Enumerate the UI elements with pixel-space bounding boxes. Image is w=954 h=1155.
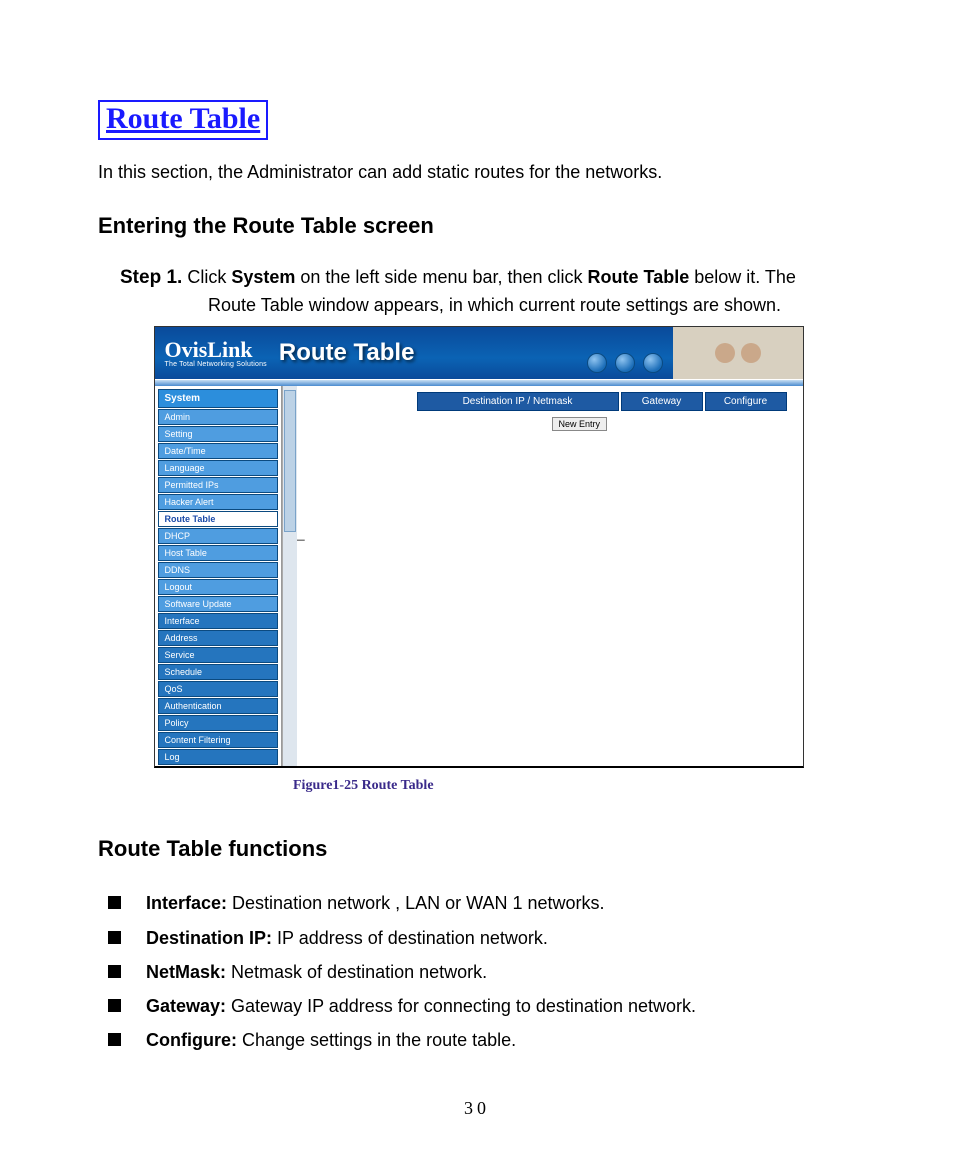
sidebar-item-hacker-alert[interactable]: Hacker Alert [158,494,278,510]
screenshot-content: Destination IP / Netmask Gateway Configu… [297,386,803,766]
sidebar-item-datetime[interactable]: Date/Time [158,443,278,459]
sidebar-item-software-update[interactable]: Software Update [158,596,278,612]
sidebar-head-system[interactable]: System [158,389,278,408]
functions-list: Interface: Destination network , LAN or … [108,886,859,1057]
step-line2: Route Table window appears, in which cur… [208,292,859,320]
th-configure: Configure [705,392,787,411]
sidebar-section-address[interactable]: Address [158,630,278,646]
sidebar-section-schedule[interactable]: Schedule [158,664,278,680]
step-1: Step 1. Click System on the left side me… [120,263,859,320]
globe-icons [587,353,663,373]
page-number: 30 [0,1098,954,1119]
section-entering: Entering the Route Table screen [98,213,859,239]
globe-icon [643,353,663,373]
sidebar-item-logout[interactable]: Logout [158,579,278,595]
sidebar-item-setting[interactable]: Setting [158,426,278,442]
step-label: Step 1. [120,267,182,288]
globe-icon [615,353,635,373]
scrollbar-thumb[interactable] [284,390,296,532]
sidebar-section-qos[interactable]: QoS [158,681,278,697]
sidebar-item-permitted-ips[interactable]: Permitted IPs [158,477,278,493]
table-header: Destination IP / Netmask Gateway Configu… [417,392,793,411]
page-title-box: Route Table [98,100,268,140]
screenshot-header: OvisLink The Total Networking Solutions … [155,327,803,379]
section-functions: Route Table functions [98,836,859,862]
brand-name: OvisLink [165,339,267,361]
sidebar-item-host-table[interactable]: Host Table [158,545,278,561]
brand-tagline: The Total Networking Solutions [165,361,267,368]
sidebar-scrollbar[interactable] [282,386,297,766]
sidebar-section-interface[interactable]: Interface [158,613,278,629]
sidebar-section-content-filtering[interactable]: Content Filtering [158,732,278,748]
brand: OvisLink The Total Networking Solutions [155,327,275,379]
sidebar-section-service[interactable]: Service [158,647,278,663]
sidebar-item-language[interactable]: Language [158,460,278,476]
person-icon [715,343,735,363]
sidebar-section-policy[interactable]: Policy [158,715,278,731]
sidebar-item-route-table[interactable]: Route Table [158,511,278,527]
person-icon [741,343,761,363]
new-entry-button[interactable]: New Entry [552,417,608,431]
screenshot: OvisLink The Total Networking Solutions … [154,326,804,768]
screenshot-title: Route Table [275,327,415,379]
page-title: Route Table [106,102,260,135]
intro-text: In this section, the Administrator can a… [98,162,859,183]
th-gateway: Gateway [621,392,703,411]
list-item: Interface: Destination network , LAN or … [108,886,859,920]
sidebar-section-authentication[interactable]: Authentication [158,698,278,714]
header-photo [673,327,803,379]
list-item: NetMask: Netmask of destination network. [108,955,859,989]
globe-icon [587,353,607,373]
sidebar-section-log[interactable]: Log [158,749,278,765]
sidebar-item-admin[interactable]: Admin [158,409,278,425]
sidebar-item-ddns[interactable]: DDNS [158,562,278,578]
list-item: Destination IP: IP address of destinatio… [108,921,859,955]
list-item: Configure: Change settings in the route … [108,1023,859,1057]
header-separator [155,379,803,386]
list-item: Gateway: Gateway IP address for connecti… [108,989,859,1023]
step-body: Click System on the left side menu bar, … [187,267,796,287]
figure-caption: Figure1-25 Route Table [293,778,859,794]
sidebar-item-dhcp[interactable]: DHCP ←← [158,528,278,544]
sidebar: System Admin Setting Date/Time Language … [155,386,282,766]
th-destination: Destination IP / Netmask [417,392,619,411]
